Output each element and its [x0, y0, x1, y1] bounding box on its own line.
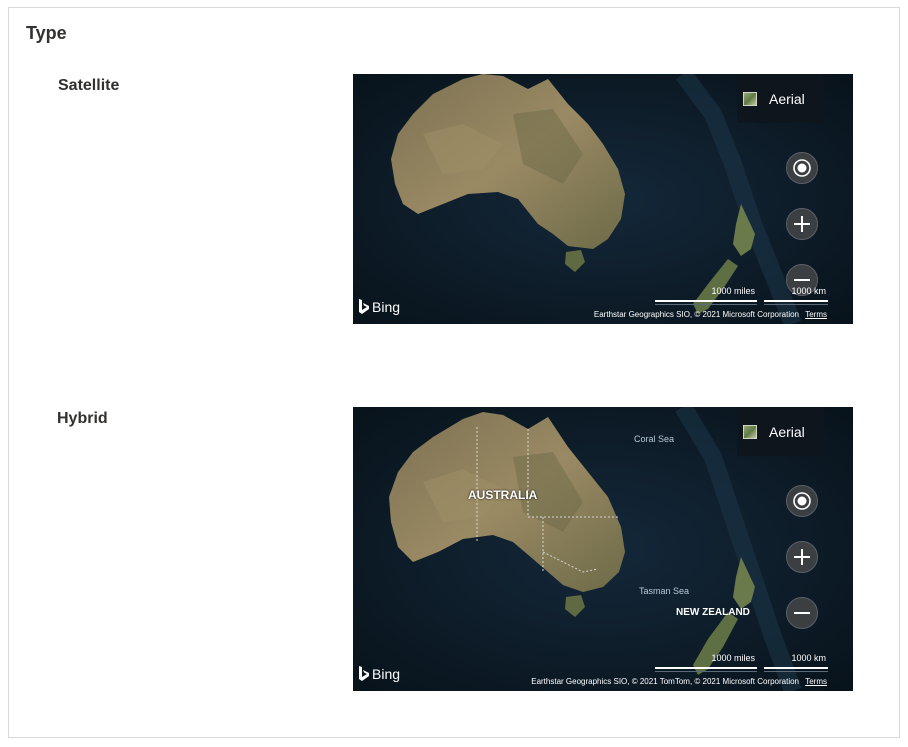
aerial-thumbnail-icon — [743, 424, 757, 439]
locate-me-icon — [793, 492, 811, 510]
zoom-in-icon — [794, 216, 810, 232]
zoom-out-icon — [794, 612, 810, 614]
hybrid-label: Hybrid — [57, 410, 108, 427]
zoom-in-button[interactable] — [786, 208, 818, 240]
terms-link[interactable]: Terms — [805, 677, 827, 686]
aerial-thumbnail-icon — [743, 91, 757, 106]
scale-bar-miles: 1000 miles — [655, 653, 757, 672]
hybrid-map[interactable]: Coral Sea AUSTRALIA Tasman Sea NEW ZEALA… — [353, 407, 853, 691]
zoom-in-icon — [794, 549, 810, 565]
bing-logo[interactable]: Bing — [358, 666, 400, 682]
terms-link[interactable]: Terms — [805, 310, 827, 319]
section-title: Type — [26, 23, 67, 43]
map-copyright: Earthstar Geographics SIO, © 2021 TomTom… — [531, 677, 799, 686]
locate-me-button[interactable] — [786, 485, 818, 517]
bing-logo-icon — [359, 666, 369, 681]
locate-me-button[interactable] — [786, 152, 818, 184]
bing-label: Bing — [372, 299, 401, 315]
satellite-label: Satellite — [58, 77, 120, 94]
australia-label: AUSTRALIA — [468, 488, 538, 502]
map-style-picker[interactable]: Aerial — [737, 407, 823, 456]
zoom-out-button[interactable] — [786, 597, 818, 629]
satellite-map[interactable]: Aerial 1000 miles 1000 km Bing Earthstar… — [353, 74, 853, 324]
map-style-label: Aerial — [769, 423, 805, 440]
new-zealand-label: NEW ZEALAND — [676, 607, 750, 618]
bing-label: Bing — [372, 666, 401, 682]
map-style-label: Aerial — [769, 90, 805, 107]
tasman-sea-label: Tasman Sea — [639, 586, 690, 596]
scale-bar-km: 1000 km — [764, 286, 828, 305]
bing-logo[interactable]: Bing — [358, 299, 400, 315]
bing-logo-icon — [359, 299, 369, 314]
scale-bar-miles: 1000 miles — [655, 286, 757, 305]
coral-sea-label: Coral Sea — [634, 434, 675, 444]
map-copyright: Earthstar Geographics SIO, © 2021 Micros… — [593, 310, 799, 319]
map-style-picker[interactable]: Aerial — [737, 74, 823, 123]
scale-bar-km: 1000 km — [764, 653, 828, 672]
locate-me-icon — [793, 159, 811, 177]
zoom-in-button[interactable] — [786, 541, 818, 573]
